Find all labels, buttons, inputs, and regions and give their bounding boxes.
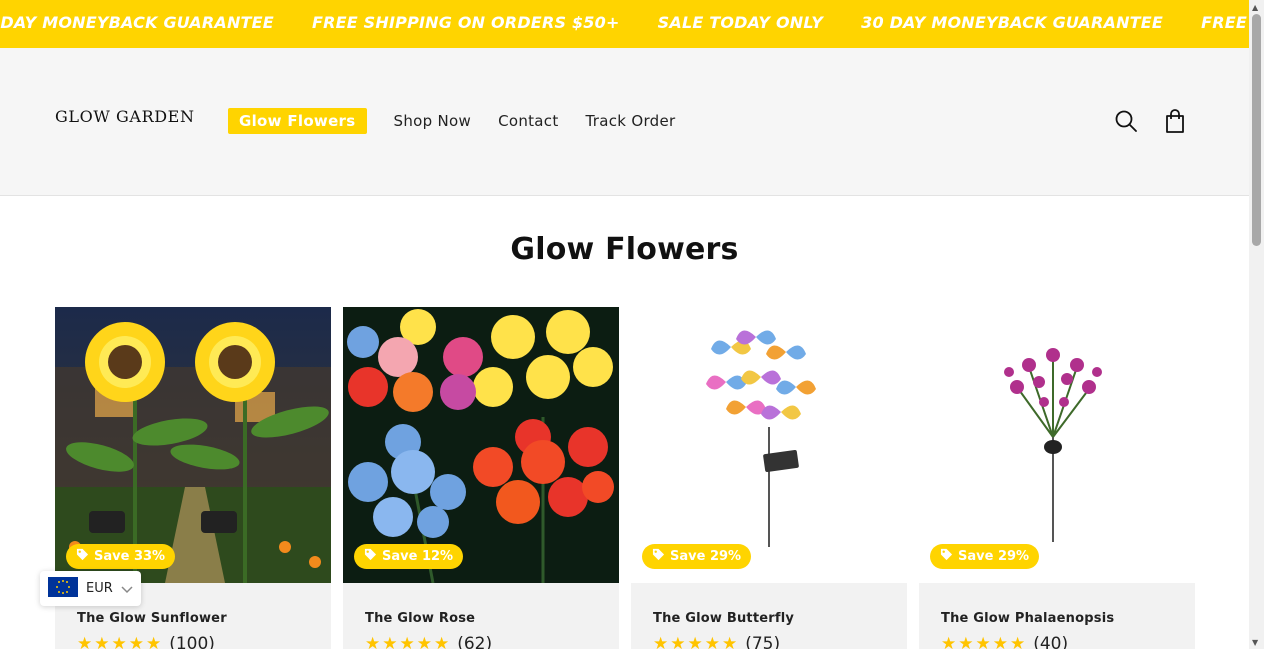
product-card-phalaenopsis[interactable]: Save 29% The Glow Phalaenopsis ★★★★★ (40… xyxy=(919,307,1195,649)
discount-badge: Save 12% xyxy=(354,544,464,569)
discount-badge: Save 29% xyxy=(642,544,752,569)
badge-label: Save 12% xyxy=(382,549,454,564)
announcement-item: 30 DAY MONEYBACK GUARANTEE xyxy=(0,13,274,32)
announcement-item: SALE TODAY ONLY xyxy=(657,13,824,32)
review-count: (62) xyxy=(457,634,493,649)
nav-shop-now[interactable]: Shop Now xyxy=(394,112,472,130)
product-info: The Glow Phalaenopsis ★★★★★ (40) xyxy=(919,583,1195,649)
eu-flag-icon xyxy=(48,576,78,601)
shopping-bag-icon[interactable] xyxy=(1163,109,1187,133)
badge-label: Save 29% xyxy=(958,549,1030,564)
review-count: (100) xyxy=(169,634,215,649)
scroll-thumb[interactable] xyxy=(1252,14,1261,246)
product-image-rose[interactable]: Save 12% xyxy=(343,307,619,583)
tag-icon xyxy=(652,548,665,565)
announcement-item: 30 DAY MONEYBACK GUARANTEE xyxy=(861,13,1164,32)
product-title[interactable]: The Glow Butterfly xyxy=(653,611,885,626)
product-info: The Glow Rose ★★★★★ (62) xyxy=(343,583,619,649)
site-logo[interactable]: Glow Garden xyxy=(55,107,195,126)
product-card-butterfly[interactable]: Save 29% The Glow Butterfly ★★★★★ (75) xyxy=(631,307,907,649)
tag-icon xyxy=(76,548,89,565)
review-count: (75) xyxy=(745,634,781,649)
star-rating-icon: ★★★★★ xyxy=(365,634,452,649)
star-rating-icon: ★★★★★ xyxy=(941,634,1028,649)
product-image-butterfly[interactable]: Save 29% xyxy=(631,307,907,583)
search-icon[interactable] xyxy=(1114,109,1138,133)
announcement-bar: 30 DAY MONEYBACK GUARANTEE FREE SHIPPING… xyxy=(0,0,1249,48)
tag-icon xyxy=(364,548,377,565)
nav-glow-flowers[interactable]: Glow Flowers xyxy=(228,108,367,134)
announcement-track: 30 DAY MONEYBACK GUARANTEE FREE SHIPPING… xyxy=(0,13,1249,32)
rating: ★★★★★ (40) xyxy=(941,634,1173,649)
scroll-down-arrow-icon[interactable]: ▼ xyxy=(1252,638,1258,647)
rating: ★★★★★ (62) xyxy=(365,634,597,649)
discount-badge: Save 29% xyxy=(930,544,1040,569)
nav-contact[interactable]: Contact xyxy=(498,112,558,130)
star-rating-icon: ★★★★★ xyxy=(653,634,740,649)
badge-label: Save 33% xyxy=(94,549,166,564)
product-grid: Save 33% The Glow Sunflower ★★★★★ (100) xyxy=(55,307,1195,649)
chevron-down-icon xyxy=(121,579,133,598)
scroll-up-arrow-icon[interactable]: ▲ xyxy=(1252,3,1258,12)
currency-selector[interactable]: EUR xyxy=(40,571,141,606)
tag-icon xyxy=(940,548,953,565)
product-title[interactable]: The Glow Rose xyxy=(365,611,597,626)
logo-text: Glow Garden xyxy=(55,107,195,126)
product-title[interactable]: The Glow Phalaenopsis xyxy=(941,611,1173,626)
page-scrollbar[interactable]: ▲ ▼ xyxy=(1249,0,1264,649)
announcement-item: FREE SHIPPING ON ORDERS $50+ xyxy=(312,13,620,32)
product-card-rose[interactable]: Save 12% The Glow Rose ★★★★★ (62) xyxy=(343,307,619,649)
main-nav: Glow Flowers Shop Now Contact Track Orde… xyxy=(228,108,702,134)
site-header: Glow Garden Glow Flowers Shop Now Contac… xyxy=(0,48,1249,196)
nav-track-order[interactable]: Track Order xyxy=(586,112,676,130)
product-image-phalaenopsis[interactable]: Save 29% xyxy=(919,307,1195,583)
product-title[interactable]: The Glow Sunflower xyxy=(77,611,309,626)
announcement-item: FREE SHIPPING ON ORDERS $50+ xyxy=(1201,13,1249,32)
discount-badge: Save 33% xyxy=(66,544,176,569)
page-title: Glow Flowers xyxy=(510,232,739,267)
product-info: The Glow Butterfly ★★★★★ (75) xyxy=(631,583,907,649)
currency-code: EUR xyxy=(86,581,113,596)
rating: ★★★★★ (75) xyxy=(653,634,885,649)
rating: ★★★★★ (100) xyxy=(77,634,309,649)
badge-label: Save 29% xyxy=(670,549,742,564)
product-image-sunflower[interactable]: Save 33% xyxy=(55,307,331,583)
star-rating-icon: ★★★★★ xyxy=(77,634,164,649)
review-count: (40) xyxy=(1033,634,1069,649)
